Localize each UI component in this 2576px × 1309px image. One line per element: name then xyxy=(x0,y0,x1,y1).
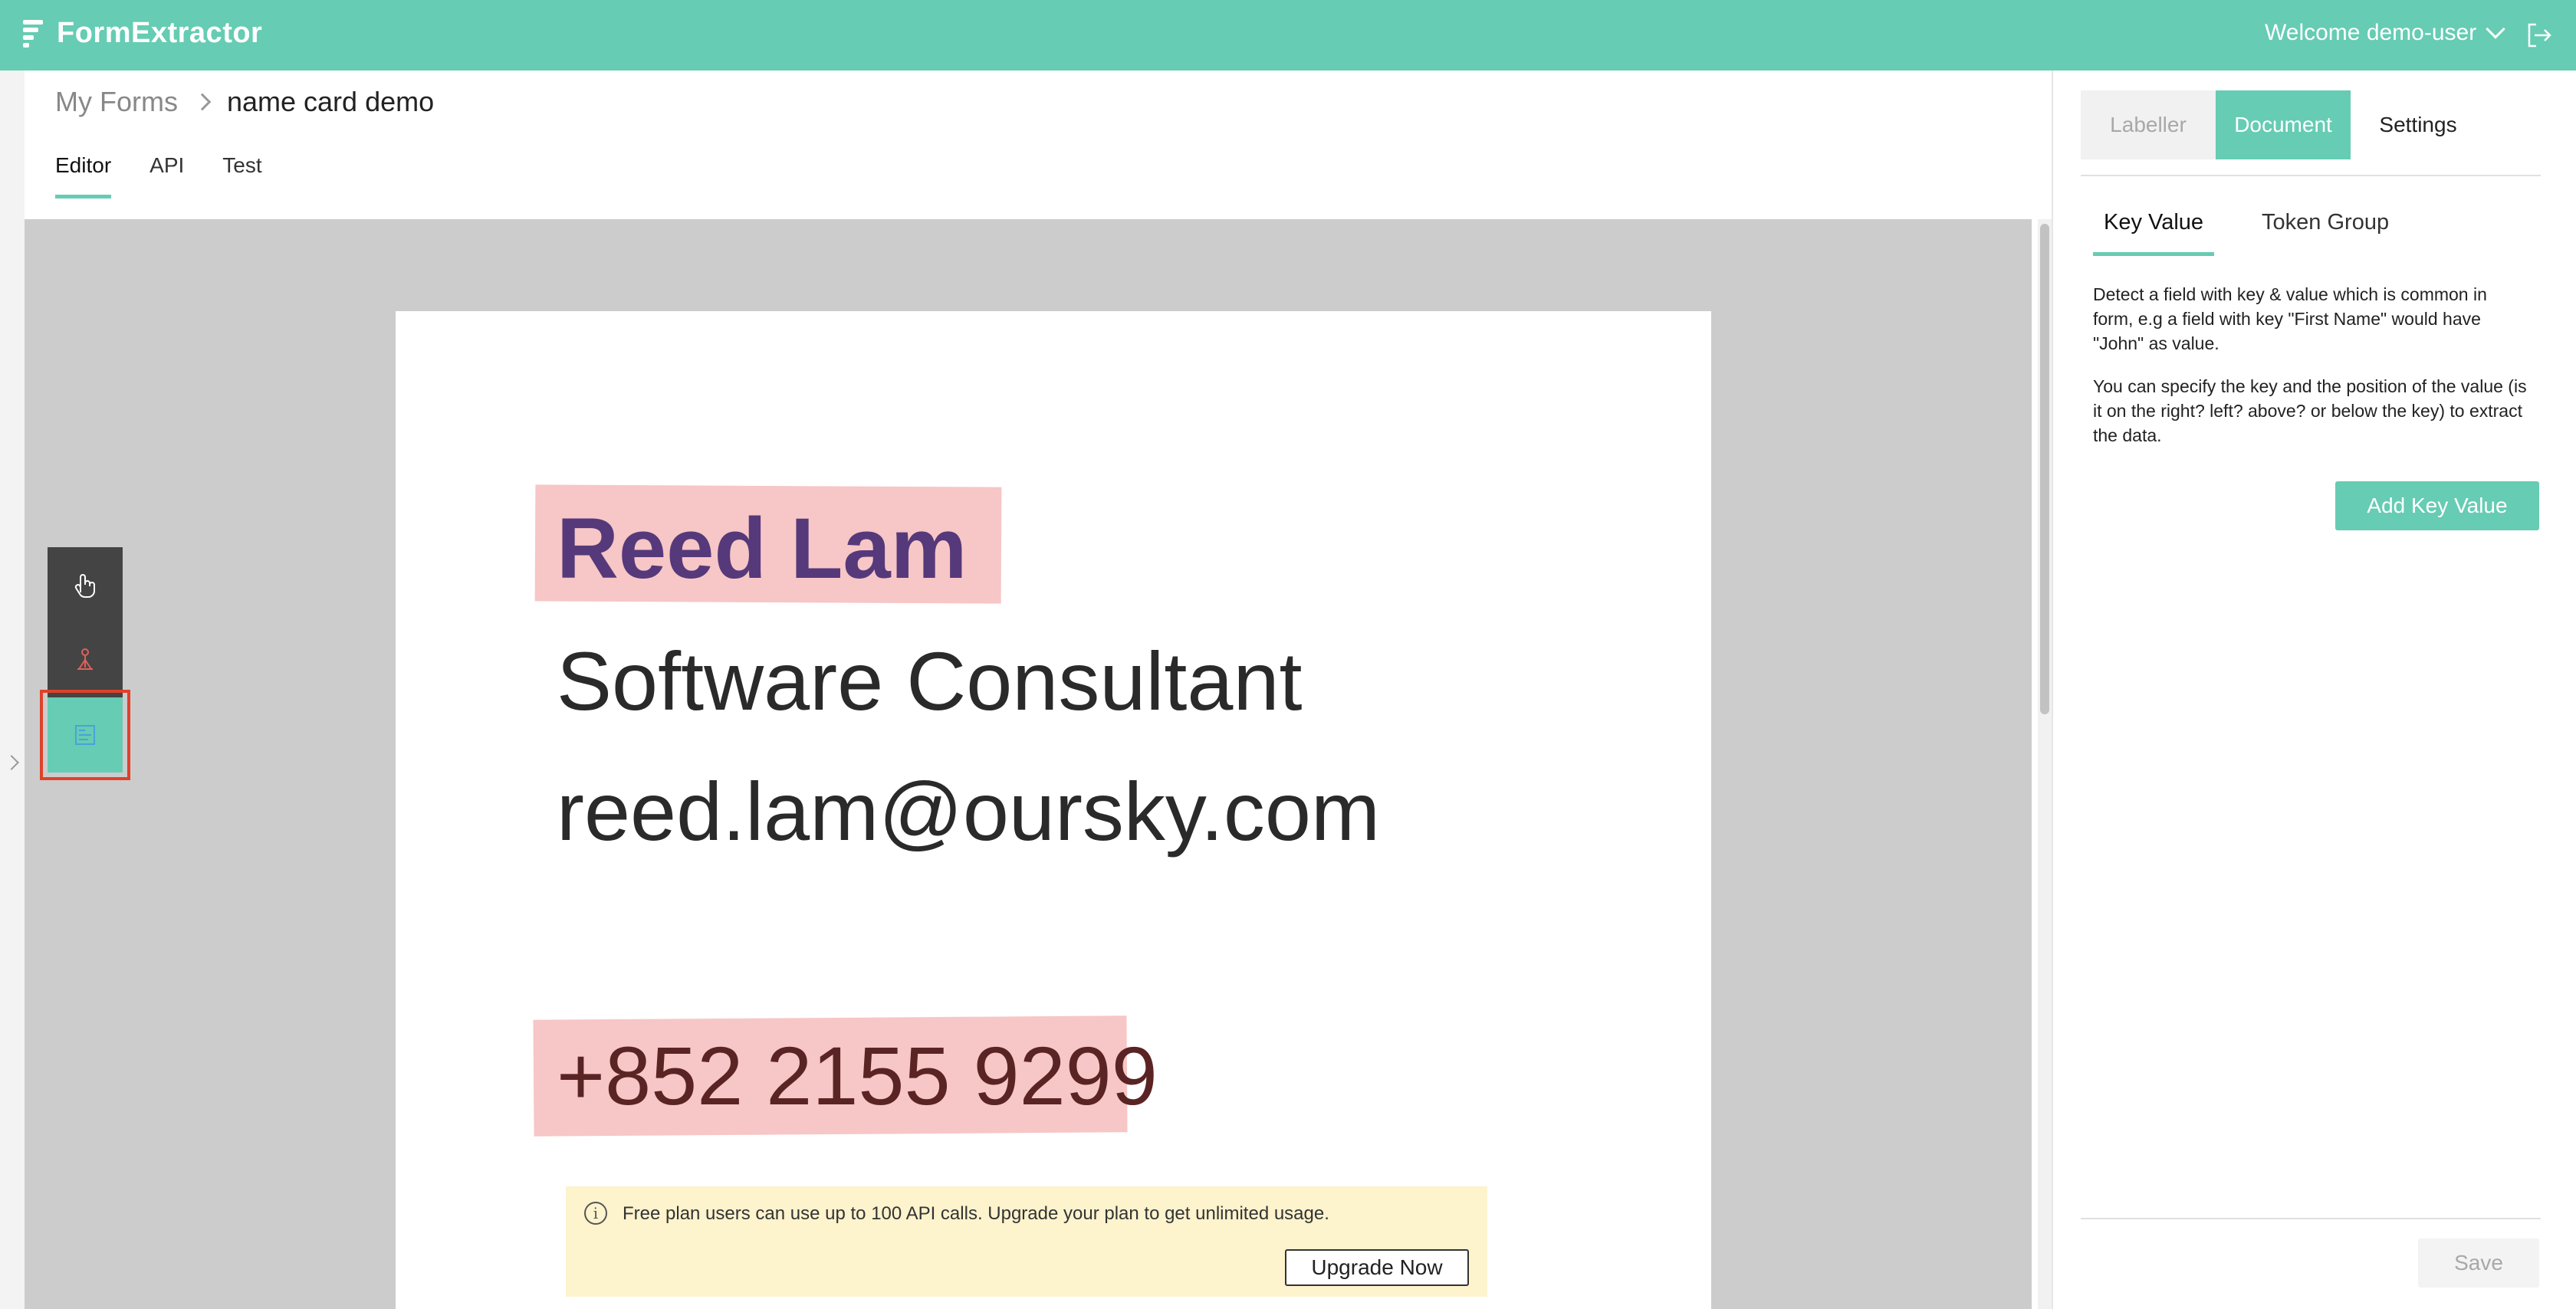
scrollbar-thumb[interactable] xyxy=(2040,224,2049,714)
upgrade-notice: Free plan users can use up to 100 API ca… xyxy=(566,1186,1487,1297)
breadcrumb-my-forms[interactable]: My Forms xyxy=(55,86,178,118)
chevron-down-icon xyxy=(2486,19,2505,39)
divider xyxy=(2081,1218,2541,1219)
top-bar: FormExtractor Welcome demo-user xyxy=(0,0,2576,71)
key-value-description: Detect a field with key & value which is… xyxy=(2093,284,2487,353)
right-panel: Labeller Document Settings Key Value Tok… xyxy=(2052,71,2576,1309)
chevron-right-icon xyxy=(193,93,212,111)
user-menu[interactable]: Welcome demo-user xyxy=(2265,19,2505,46)
welcome-text: Welcome demo-user xyxy=(2265,20,2477,45)
logo-icon xyxy=(23,20,44,51)
tab-token-group[interactable]: Token Group xyxy=(2251,210,2400,256)
hand-pointer-icon xyxy=(74,574,95,599)
upgrade-now-button[interactable]: Upgrade Now xyxy=(1285,1249,1469,1286)
anchor-region-icon xyxy=(77,648,93,670)
tab-test[interactable]: Test xyxy=(222,153,261,198)
app-title[interactable]: FormExtractor xyxy=(57,17,262,50)
segment-document[interactable]: Document xyxy=(2216,90,2351,159)
logout-icon[interactable] xyxy=(2525,21,2553,49)
tab-api[interactable]: API xyxy=(150,153,184,198)
tab-editor[interactable]: Editor xyxy=(55,153,112,198)
segment-settings[interactable]: Settings xyxy=(2351,90,2486,159)
chevron-right-icon[interactable] xyxy=(4,755,19,770)
card-email-text: reed.lam@oursky.com xyxy=(557,765,1380,858)
card-phone-text: +852 2155 9299 xyxy=(557,1029,1158,1122)
card-title-text: Software Consultant xyxy=(557,635,1303,727)
select-tool-button[interactable] xyxy=(48,547,123,622)
left-collapse-gutter[interactable] xyxy=(0,71,25,1309)
canvas-scrollbar[interactable] xyxy=(2038,219,2052,1309)
editor-tabs: Editor API Test xyxy=(55,153,262,198)
divider xyxy=(2081,175,2541,176)
token-tool-button[interactable] xyxy=(40,690,130,780)
panel-mode-switch: Labeller Document Settings xyxy=(2081,90,2486,159)
segment-labeller[interactable]: Labeller xyxy=(2081,90,2216,159)
info-icon xyxy=(584,1202,607,1225)
card-name-text: Reed Lam xyxy=(557,500,968,596)
document-sub-tabs: Key Value Token Group xyxy=(2093,210,2400,256)
tool-palette xyxy=(40,547,130,780)
key-value-position-description: You can specify the key and the position… xyxy=(2093,376,2527,445)
region-tool-button[interactable] xyxy=(48,622,123,697)
breadcrumb: My Forms name card demo xyxy=(55,86,434,118)
tab-key-value[interactable]: Key Value xyxy=(2093,210,2215,256)
save-button[interactable]: Save xyxy=(2418,1238,2539,1288)
add-key-value-button[interactable]: Add Key Value xyxy=(2335,481,2539,530)
image-canvas[interactable]: Reed Lam Software Consultant reed.lam@ou… xyxy=(25,219,2032,1309)
name-card-image[interactable]: Reed Lam Software Consultant reed.lam@ou… xyxy=(396,311,1711,1309)
page-title: name card demo xyxy=(226,86,435,117)
token-group-icon xyxy=(75,725,95,745)
notice-text: Free plan users can use up to 100 API ca… xyxy=(623,1203,1329,1224)
